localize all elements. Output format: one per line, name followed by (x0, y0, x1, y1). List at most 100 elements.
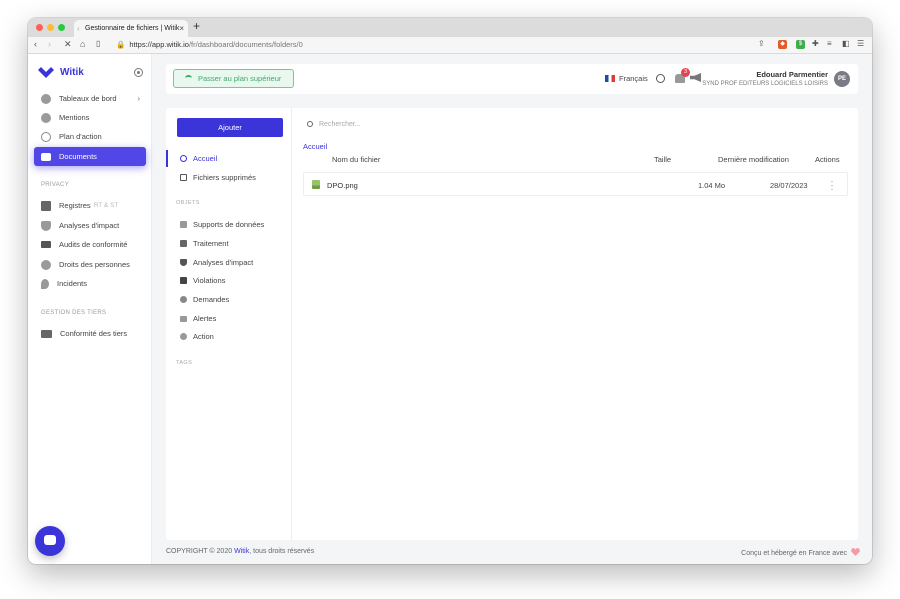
heart-icon (851, 548, 860, 556)
upgrade-label: Passer au plan supérieur (198, 74, 282, 83)
folder-icon (41, 152, 51, 161)
section-title-third-party: GESTION DES TIERS (41, 310, 107, 316)
stop-icon[interactable]: ✕ (64, 39, 72, 50)
sidebar-item-label: Registres (59, 201, 91, 210)
file-modified-date: 28/07/2023 (770, 181, 808, 190)
shield-icon (180, 259, 187, 266)
share-icon[interactable]: ⇪ (758, 39, 765, 48)
target-icon (180, 333, 187, 340)
section-title-privacy: PRIVACY (41, 182, 69, 188)
sidebar-item-dashboards[interactable]: Tableaux de bord › (34, 89, 146, 108)
sidebar-item-documents[interactable]: Documents (34, 147, 146, 166)
breadcrumb[interactable]: Accueil (303, 142, 327, 151)
nav-item-label: Violations (193, 276, 226, 285)
sidebar-item-suffix: RT & ST (93, 202, 119, 209)
nav-item-home[interactable]: Accueil (166, 150, 292, 167)
witik-logo-icon (38, 67, 54, 78)
tab-bar: ‹ Gestionnaire de fichiers | Witik × + (28, 18, 872, 37)
reading-list-icon[interactable]: ≡ (827, 39, 832, 48)
sidebar-item-rights[interactable]: Droits des personnes (34, 255, 146, 274)
witik-link[interactable]: Witik (234, 548, 249, 555)
sidebar-item-audits[interactable]: Audits de conformité (34, 235, 146, 254)
nav-item-action[interactable]: Action (166, 328, 292, 345)
chat-icon (180, 296, 187, 303)
forward-icon[interactable]: › (48, 39, 51, 49)
sidebar-item-third-party-compliance[interactable]: Conformité des tiers (34, 324, 146, 343)
brave-shield-icon[interactable]: ◆ (778, 40, 787, 49)
books-icon (180, 240, 187, 247)
file-size: 1.04 Mo (698, 181, 726, 190)
network-icon (41, 329, 52, 338)
sidebar-toggle-icon[interactable]: ◧ (842, 39, 850, 48)
new-tab-button[interactable]: + (193, 19, 200, 33)
column-header-modified[interactable]: Dernière modification (718, 155, 789, 164)
extension-green-icon[interactable]: $ (796, 40, 805, 49)
column-header-name[interactable]: Nom du fichier (332, 155, 380, 164)
nav-item-label: Demandes (193, 295, 230, 304)
nav-item-label: Fichiers supprimés (193, 173, 256, 182)
sidebar-item-action-plan[interactable]: Plan d'action (34, 127, 146, 146)
logo[interactable]: Witik (38, 67, 84, 78)
close-window-button[interactable] (36, 24, 43, 31)
bookmark-icon[interactable]: ▯ (96, 39, 100, 48)
back-icon[interactable]: ‹ (34, 39, 37, 49)
nav-item-deleted-files[interactable]: Fichiers supprimés (166, 169, 292, 186)
collapse-sidebar-icon[interactable] (134, 68, 143, 77)
add-button[interactable]: Ajouter (177, 118, 283, 137)
copyright-suffix: , tous droits réservés (249, 548, 315, 555)
nav-item-label: Analyses d'impact (193, 258, 254, 267)
sidebar-item-label: Tableaux de bord (59, 94, 117, 103)
file-name[interactable]: DPO.png (327, 181, 358, 190)
browser-tab[interactable]: ‹ Gestionnaire de fichiers | Witik × (74, 20, 188, 37)
column-header-size[interactable]: Taille (654, 155, 671, 164)
alert-icon (180, 315, 187, 322)
copyright-prefix: COPYRIGHT © 2020 (166, 548, 235, 555)
home-icon[interactable]: ⌂ (80, 39, 85, 49)
sidebar-item-incidents[interactable]: Incidents (34, 274, 146, 293)
sidebar: Witik Tableaux de bord › Mentions Plan d… (28, 54, 152, 564)
audit-icon (41, 241, 51, 248)
menu-icon[interactable]: ☰ (857, 39, 864, 48)
close-tab-icon[interactable]: × (179, 20, 184, 37)
sidebar-item-label: Conformité des tiers (60, 329, 128, 338)
sidebar-item-label: Analyses d'impact (59, 221, 120, 230)
upgrade-button[interactable]: Passer au plan supérieur (173, 69, 294, 88)
flame-icon (41, 278, 49, 289)
puzzle-icon[interactable]: ✚ (812, 39, 819, 48)
url-path: /fr/dashboard/documents/folders/0 (188, 40, 303, 49)
minimize-window-button[interactable] (47, 24, 54, 31)
nav-item-data-supports[interactable]: Supports de données (166, 216, 292, 233)
sidebar-item-label: Plan d'action (59, 132, 102, 141)
search-icon[interactable] (656, 74, 665, 83)
dashboard-icon (41, 93, 51, 104)
sidebar-item-mentions[interactable]: Mentions (34, 108, 146, 127)
column-header-actions: Actions (815, 155, 840, 164)
table-row[interactable]: DPO.png 1.04 Mo 28/07/2023 · · · (303, 172, 848, 196)
nav-item-label: Accueil (193, 154, 218, 163)
books-icon (41, 200, 51, 211)
more-options-icon[interactable]: · · · (829, 177, 835, 194)
sidebar-item-registers[interactable]: Registres RT & ST (34, 196, 146, 215)
language-selector[interactable]: Français (605, 74, 648, 83)
lock-icon: 🔒 (116, 40, 126, 49)
user-name[interactable]: Edouard Parmentier (756, 70, 828, 79)
nav-item-impact-analyses[interactable]: Analyses d'impact (166, 254, 292, 271)
nav-item-violations[interactable]: Violations (166, 272, 292, 289)
avatar[interactable]: PE (834, 71, 850, 87)
nav-item-processing[interactable]: Traitement (166, 235, 292, 252)
image-file-icon (312, 180, 320, 189)
url-field[interactable]: 🔒 https://app.witik.io/fr/dashboard/docum… (116, 40, 303, 49)
tab-back-icon: ‹ (77, 24, 80, 33)
megaphone-icon[interactable] (690, 73, 701, 82)
zoom-window-button[interactable] (58, 24, 65, 31)
search-icon (307, 121, 313, 127)
chat-widget-button[interactable] (35, 526, 65, 556)
nav-item-requests[interactable]: Demandes (166, 291, 292, 308)
section-title-objects: OBJETS (176, 200, 200, 206)
nav-item-alerts[interactable]: Alertes (166, 310, 292, 327)
url-host: https://app.witik.io (129, 40, 189, 49)
sidebar-item-label: Documents (59, 152, 97, 161)
address-bar: ‹ › ✕ ⌂ ▯ 🔒 https://app.witik.io/fr/dashb… (28, 37, 872, 54)
sidebar-item-impact-analyses[interactable]: Analyses d'impact (34, 216, 146, 235)
file-search-input[interactable]: Rechercher... (302, 117, 842, 132)
